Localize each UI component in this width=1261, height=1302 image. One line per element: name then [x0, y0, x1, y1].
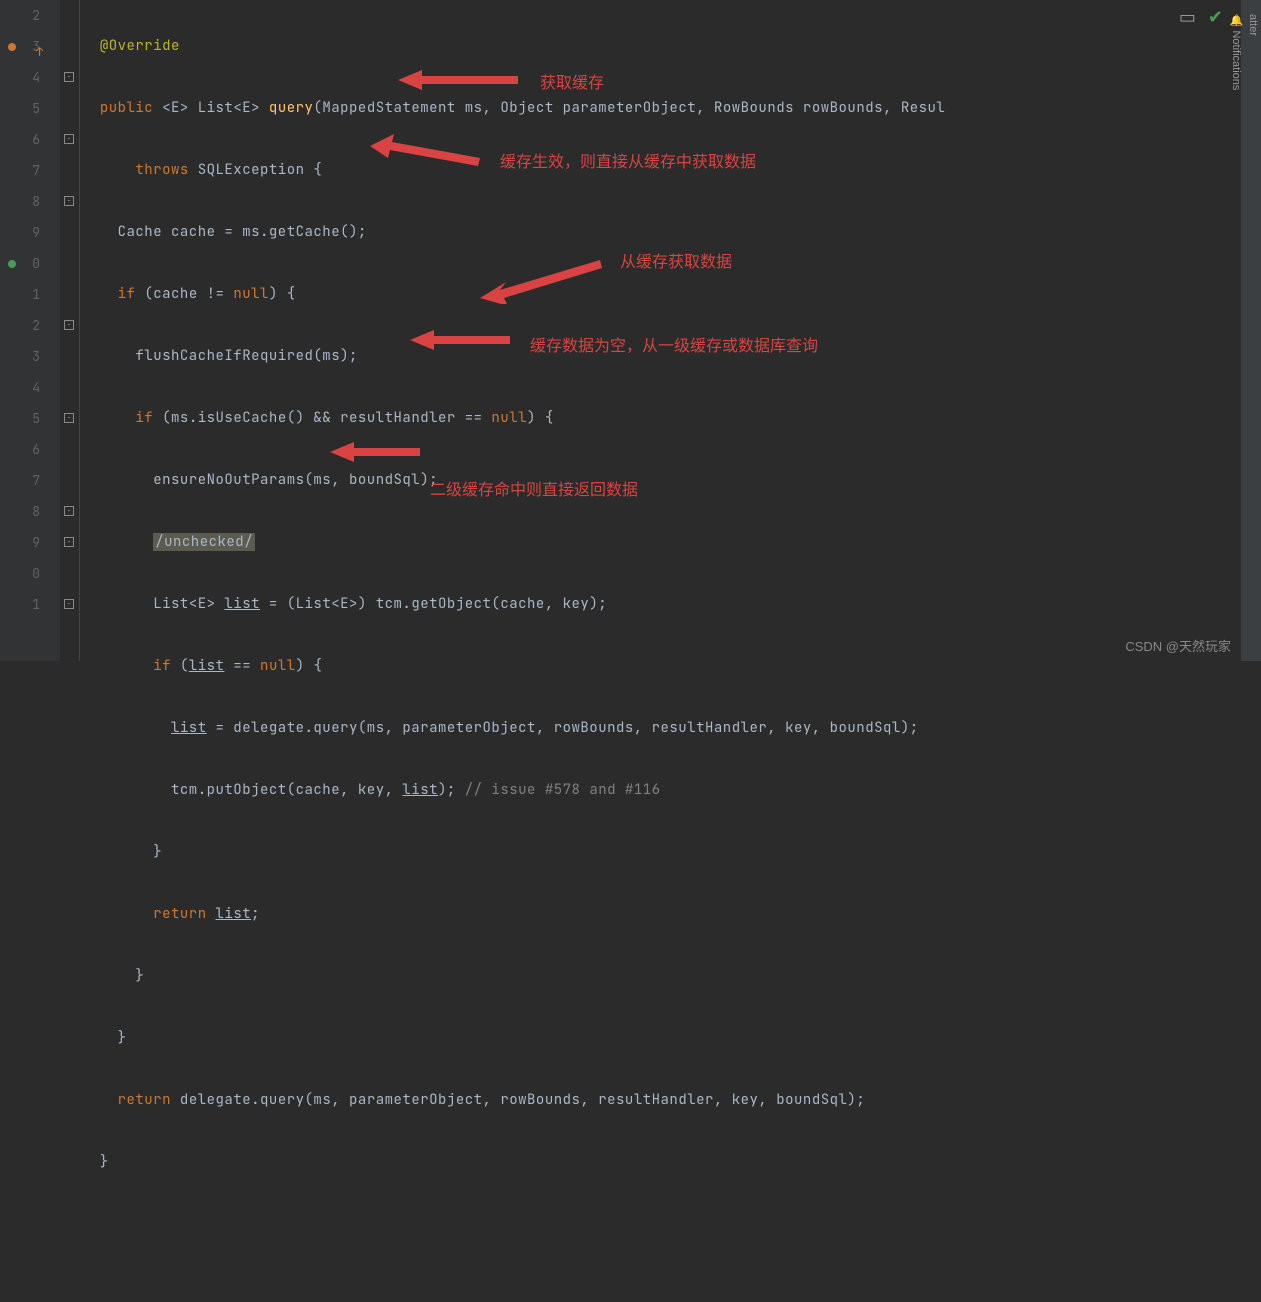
watermark: CSDN @天然玩家: [1125, 636, 1231, 655]
annotation-label: 获取缓存: [540, 69, 604, 93]
fold-column: − − − − − − − −: [60, 0, 80, 661]
right-tab[interactable]: atter: [1245, 8, 1261, 661]
gutter-mark-icon[interactable]: [8, 260, 16, 268]
fold-toggle-icon[interactable]: −: [64, 134, 74, 144]
fold-toggle-icon[interactable]: −: [64, 537, 74, 547]
reader-mode-icon[interactable]: ▭: [1179, 6, 1196, 29]
right-tool-strip: atter 🔔 Notifications: [1241, 0, 1261, 661]
fold-toggle-icon[interactable]: −: [64, 413, 74, 423]
notifications-tab[interactable]: 🔔 Notifications: [1228, 8, 1245, 661]
inspection-ok-icon[interactable]: ✔: [1208, 6, 1223, 29]
fold-toggle-icon[interactable]: −: [64, 599, 74, 609]
fold-toggle-icon[interactable]: −: [64, 320, 74, 330]
breakpoint-dot-icon[interactable]: [8, 43, 16, 51]
editor-area: 2 ↑ 3 4 5 6 7 8 9 0 1 2 3 4 5 6 7 8 9 0 …: [0, 0, 1261, 661]
annotation-label: 从缓存获取数据: [620, 248, 732, 272]
fold-toggle-icon[interactable]: −: [64, 506, 74, 516]
code-content[interactable]: @Override public <E> List<E> query(Mappe…: [80, 0, 1261, 661]
annotation-label: 缓存生效，则直接从缓存中获取数据: [500, 148, 756, 172]
annotation: @Override: [100, 37, 180, 55]
annotation-label: 二级缓存命中则直接返回数据: [430, 476, 638, 500]
line-gutter: 2 ↑ 3 4 5 6 7 8 9 0 1 2 3 4 5 6 7 8 9 0 …: [0, 0, 60, 661]
annotation-label: 缓存数据为空，从一级缓存或数据库查询: [530, 332, 818, 356]
suppressed-comment: /unchecked/: [153, 533, 255, 551]
fold-toggle-icon[interactable]: −: [64, 72, 74, 82]
fold-toggle-icon[interactable]: −: [64, 196, 74, 206]
